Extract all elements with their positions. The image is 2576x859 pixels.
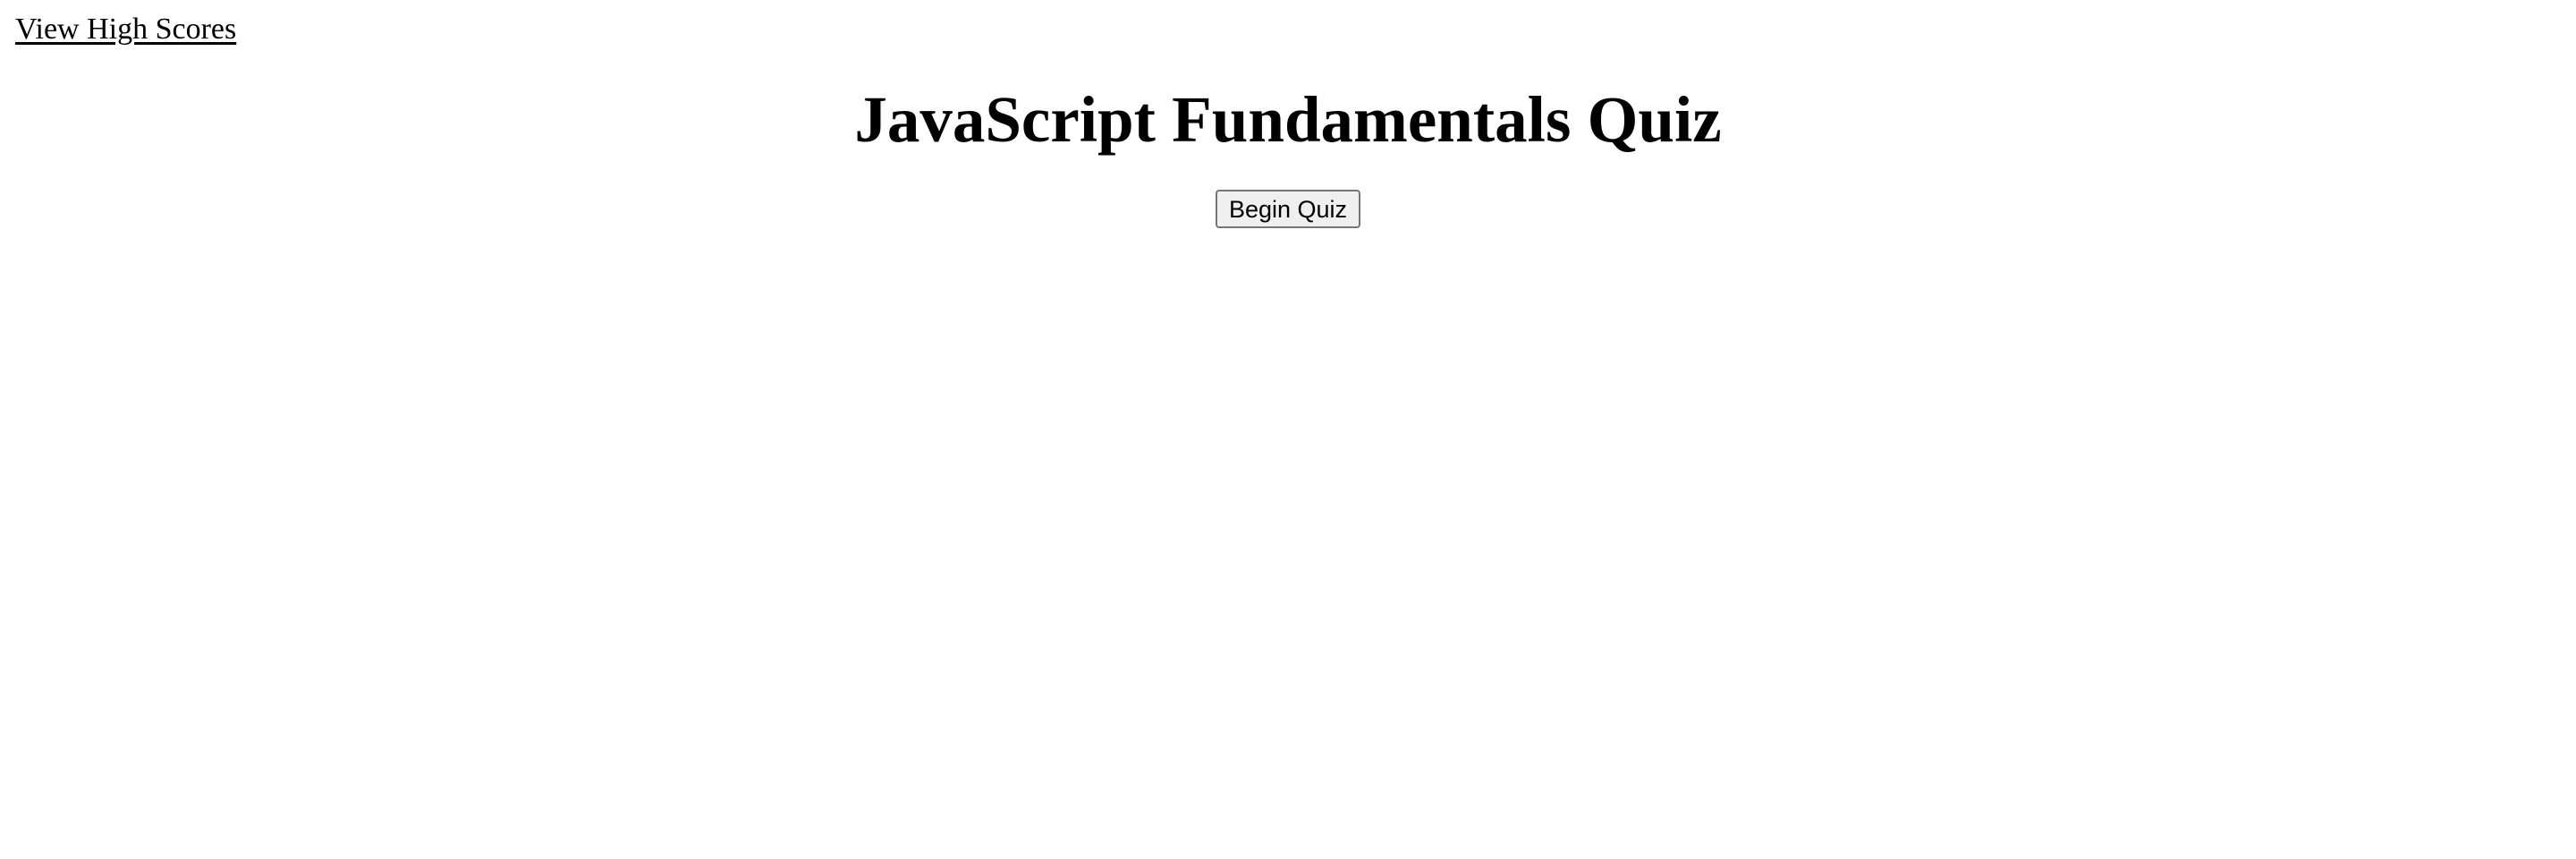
begin-quiz-button[interactable]: Begin Quiz [1215,190,1361,228]
start-section: Begin Quiz [0,190,2576,228]
view-high-scores-link[interactable]: View High Scores [15,11,236,48]
page-title: JavaScript Fundamentals Quiz [854,83,1722,156]
